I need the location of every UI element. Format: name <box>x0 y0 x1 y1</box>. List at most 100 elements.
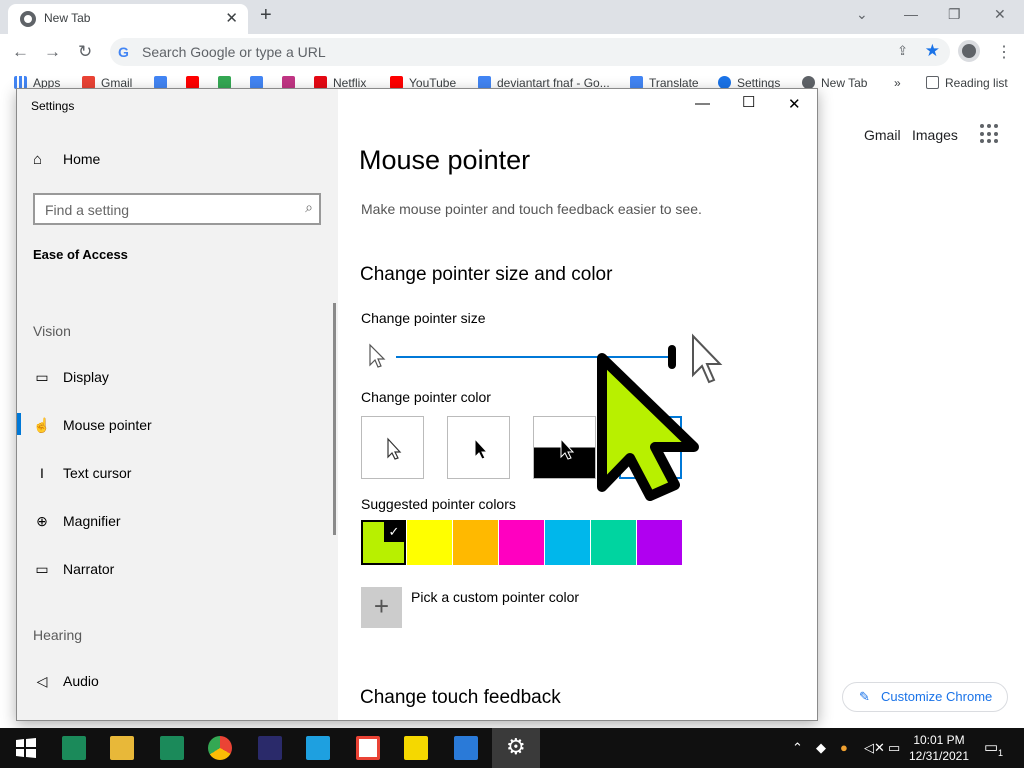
google-apps-icon[interactable] <box>980 124 1000 144</box>
label-custom-color[interactable]: Pick a custom pointer color <box>411 589 579 605</box>
mouse-pointer-cursor <box>597 353 699 501</box>
omnibox[interactable]: G Search Google or type a URL ⇪ ★ <box>110 38 950 66</box>
magnifier-icon: ⊕ <box>36 513 48 529</box>
heading-touch-feedback: Change touch feedback <box>360 687 561 708</box>
pointer-color-black[interactable] <box>447 416 510 479</box>
settings-taskbar-button[interactable]: ⚙ <box>492 728 540 768</box>
new-tab-button[interactable]: + <box>260 4 272 27</box>
gmail-link[interactable]: Gmail <box>864 127 901 143</box>
sidebar-item-display[interactable]: ▭ Display <box>33 369 109 389</box>
clock-time[interactable]: 10:01 PM <box>912 733 966 747</box>
antivirus-icon[interactable]: ● <box>840 740 848 755</box>
reload-icon[interactable]: ↻ <box>78 42 92 62</box>
minimize-icon[interactable]: — <box>695 95 710 112</box>
settings-sidebar: Settings ⌂ Home Find a setting ⌕ Ease of … <box>17 89 338 720</box>
swatch-0[interactable]: ✓ <box>361 520 406 565</box>
checkmark-icon: ✓ <box>384 522 404 542</box>
page-subtitle: Make mouse pointer and touch feedback ea… <box>361 201 702 217</box>
sticky-notes-icon[interactable] <box>404 736 428 760</box>
forward-icon[interactable]: → <box>44 42 61 62</box>
notification-count: 1 <box>998 748 1004 758</box>
settings-window-title: Settings <box>31 99 75 113</box>
white-cursor-icon <box>387 437 402 460</box>
page-title: Mouse pointer <box>359 145 531 175</box>
chrome-icon <box>20 11 36 27</box>
swatch-5[interactable] <box>591 520 636 565</box>
defender-icon[interactable]: ◆ <box>816 740 826 756</box>
search-icon: ⌕ <box>305 199 313 215</box>
sidebar-item-magnifier[interactable]: ⊕ Magnifier <box>33 513 120 533</box>
volume-muted-icon[interactable]: ◁✕ <box>864 740 885 756</box>
chrome-menu-icon[interactable]: ⋮ <box>996 42 1012 62</box>
search-placeholder: Find a setting <box>45 202 130 218</box>
settings-gear-icon: ⚙ <box>506 734 526 759</box>
credit-agricole-icon-2[interactable] <box>160 736 184 760</box>
customize-chrome-button[interactable]: ✎ Customize Chrome <box>842 682 1008 712</box>
tab-strip: New Tab ✕ + ⌄ — ❐ ✕ <box>0 0 1024 34</box>
share-icon[interactable]: ⇪ <box>897 43 908 59</box>
sidebar-item-audio[interactable]: ◁ Audio <box>33 673 99 693</box>
sidebar-item-home[interactable]: ⌂ Home <box>33 151 100 168</box>
sidebar-item-narrator[interactable]: ▭ Narrator <box>33 561 114 581</box>
windows-start-icon[interactable] <box>14 736 38 760</box>
minimize-icon[interactable]: — <box>904 6 918 22</box>
swatch-6[interactable] <box>637 520 682 565</box>
l-app-icon[interactable] <box>306 736 330 760</box>
selection-indicator <box>17 413 21 435</box>
images-link[interactable]: Images <box>912 127 958 143</box>
reading-list[interactable]: Reading list <box>926 76 1008 90</box>
show-hidden-icons[interactable]: ⌃ <box>792 740 803 756</box>
heading-size-color: Change pointer size and color <box>360 264 613 285</box>
gmail-taskbar-icon[interactable] <box>356 736 380 760</box>
text-cursor-icon: I <box>40 465 44 481</box>
clock-date[interactable]: 12/31/2021 <box>906 749 972 763</box>
more-bookmarks-icon[interactable]: » <box>894 76 901 90</box>
section-heading: Ease of Access <box>33 247 128 262</box>
tab-new-tab[interactable]: New Tab ✕ <box>8 4 248 34</box>
swatch-4[interactable] <box>545 520 590 565</box>
category-vision: Vision <box>33 323 71 339</box>
close-window-icon[interactable]: ✕ <box>994 6 1006 23</box>
sidebar-item-text-cursor[interactable]: I Text cursor <box>33 465 131 485</box>
sidebar-scrollbar[interactable] <box>333 303 336 535</box>
taskbar: ⚙ ⌃ ◆ ● ◁✕ ▭ 10:01 PM 12/31/2021 ▭ 1 <box>0 728 1024 768</box>
omnibox-placeholder: Search Google or type a URL <box>142 44 326 60</box>
bookmark-star-icon[interactable]: ★ <box>925 41 940 61</box>
swatch-2[interactable] <box>453 520 498 565</box>
restore-icon[interactable]: ❐ <box>948 6 961 23</box>
category-hearing: Hearing <box>33 627 83 643</box>
monitor-icon: ▭ <box>35 369 49 385</box>
mouse-pointer-icon: ☝ <box>33 417 51 433</box>
label-pointer-color: Change pointer color <box>361 389 491 405</box>
pointer-color-white[interactable] <box>361 416 424 479</box>
black-cursor-icon <box>474 437 489 460</box>
tab-search-icon[interactable]: ⌄ <box>856 6 868 23</box>
notifications-icon[interactable]: ▭ <box>984 738 998 756</box>
label-pointer-size: Change pointer size <box>361 310 486 326</box>
close-icon[interactable]: ✕ <box>788 95 801 113</box>
home-icon: ⌂ <box>33 151 43 168</box>
narrator-icon: ▭ <box>35 561 49 577</box>
translate-app-icon[interactable] <box>454 736 478 760</box>
wr-app-icon[interactable] <box>258 736 282 760</box>
profile-avatar[interactable] <box>958 40 980 62</box>
back-icon[interactable]: ← <box>12 42 29 62</box>
maximize-icon[interactable]: ☐ <box>742 93 755 111</box>
chrome-taskbar-icon[interactable] <box>208 736 232 760</box>
file-explorer-icon[interactable] <box>110 736 134 760</box>
swatch-3[interactable] <box>499 520 544 565</box>
label-suggested-colors: Suggested pointer colors <box>361 496 516 512</box>
settings-search-input[interactable]: Find a setting ⌕ <box>33 193 321 225</box>
google-icon: G <box>118 44 129 60</box>
close-tab-icon[interactable]: ✕ <box>225 9 238 27</box>
add-custom-color-button[interactable]: + <box>361 587 402 628</box>
pencil-icon: ✎ <box>859 689 870 704</box>
speaker-icon: ◁ <box>36 673 48 689</box>
small-cursor-icon <box>369 343 386 368</box>
swatch-1[interactable] <box>407 520 452 565</box>
network-icon[interactable]: ▭ <box>888 740 900 756</box>
tab-title: New Tab <box>44 11 91 25</box>
credit-agricole-icon[interactable] <box>62 736 86 760</box>
sidebar-item-mouse-pointer[interactable]: ☝ Mouse pointer <box>33 417 151 437</box>
toolbar: ← → ↻ G Search Google or type a URL ⇪ ★ … <box>0 34 1024 70</box>
